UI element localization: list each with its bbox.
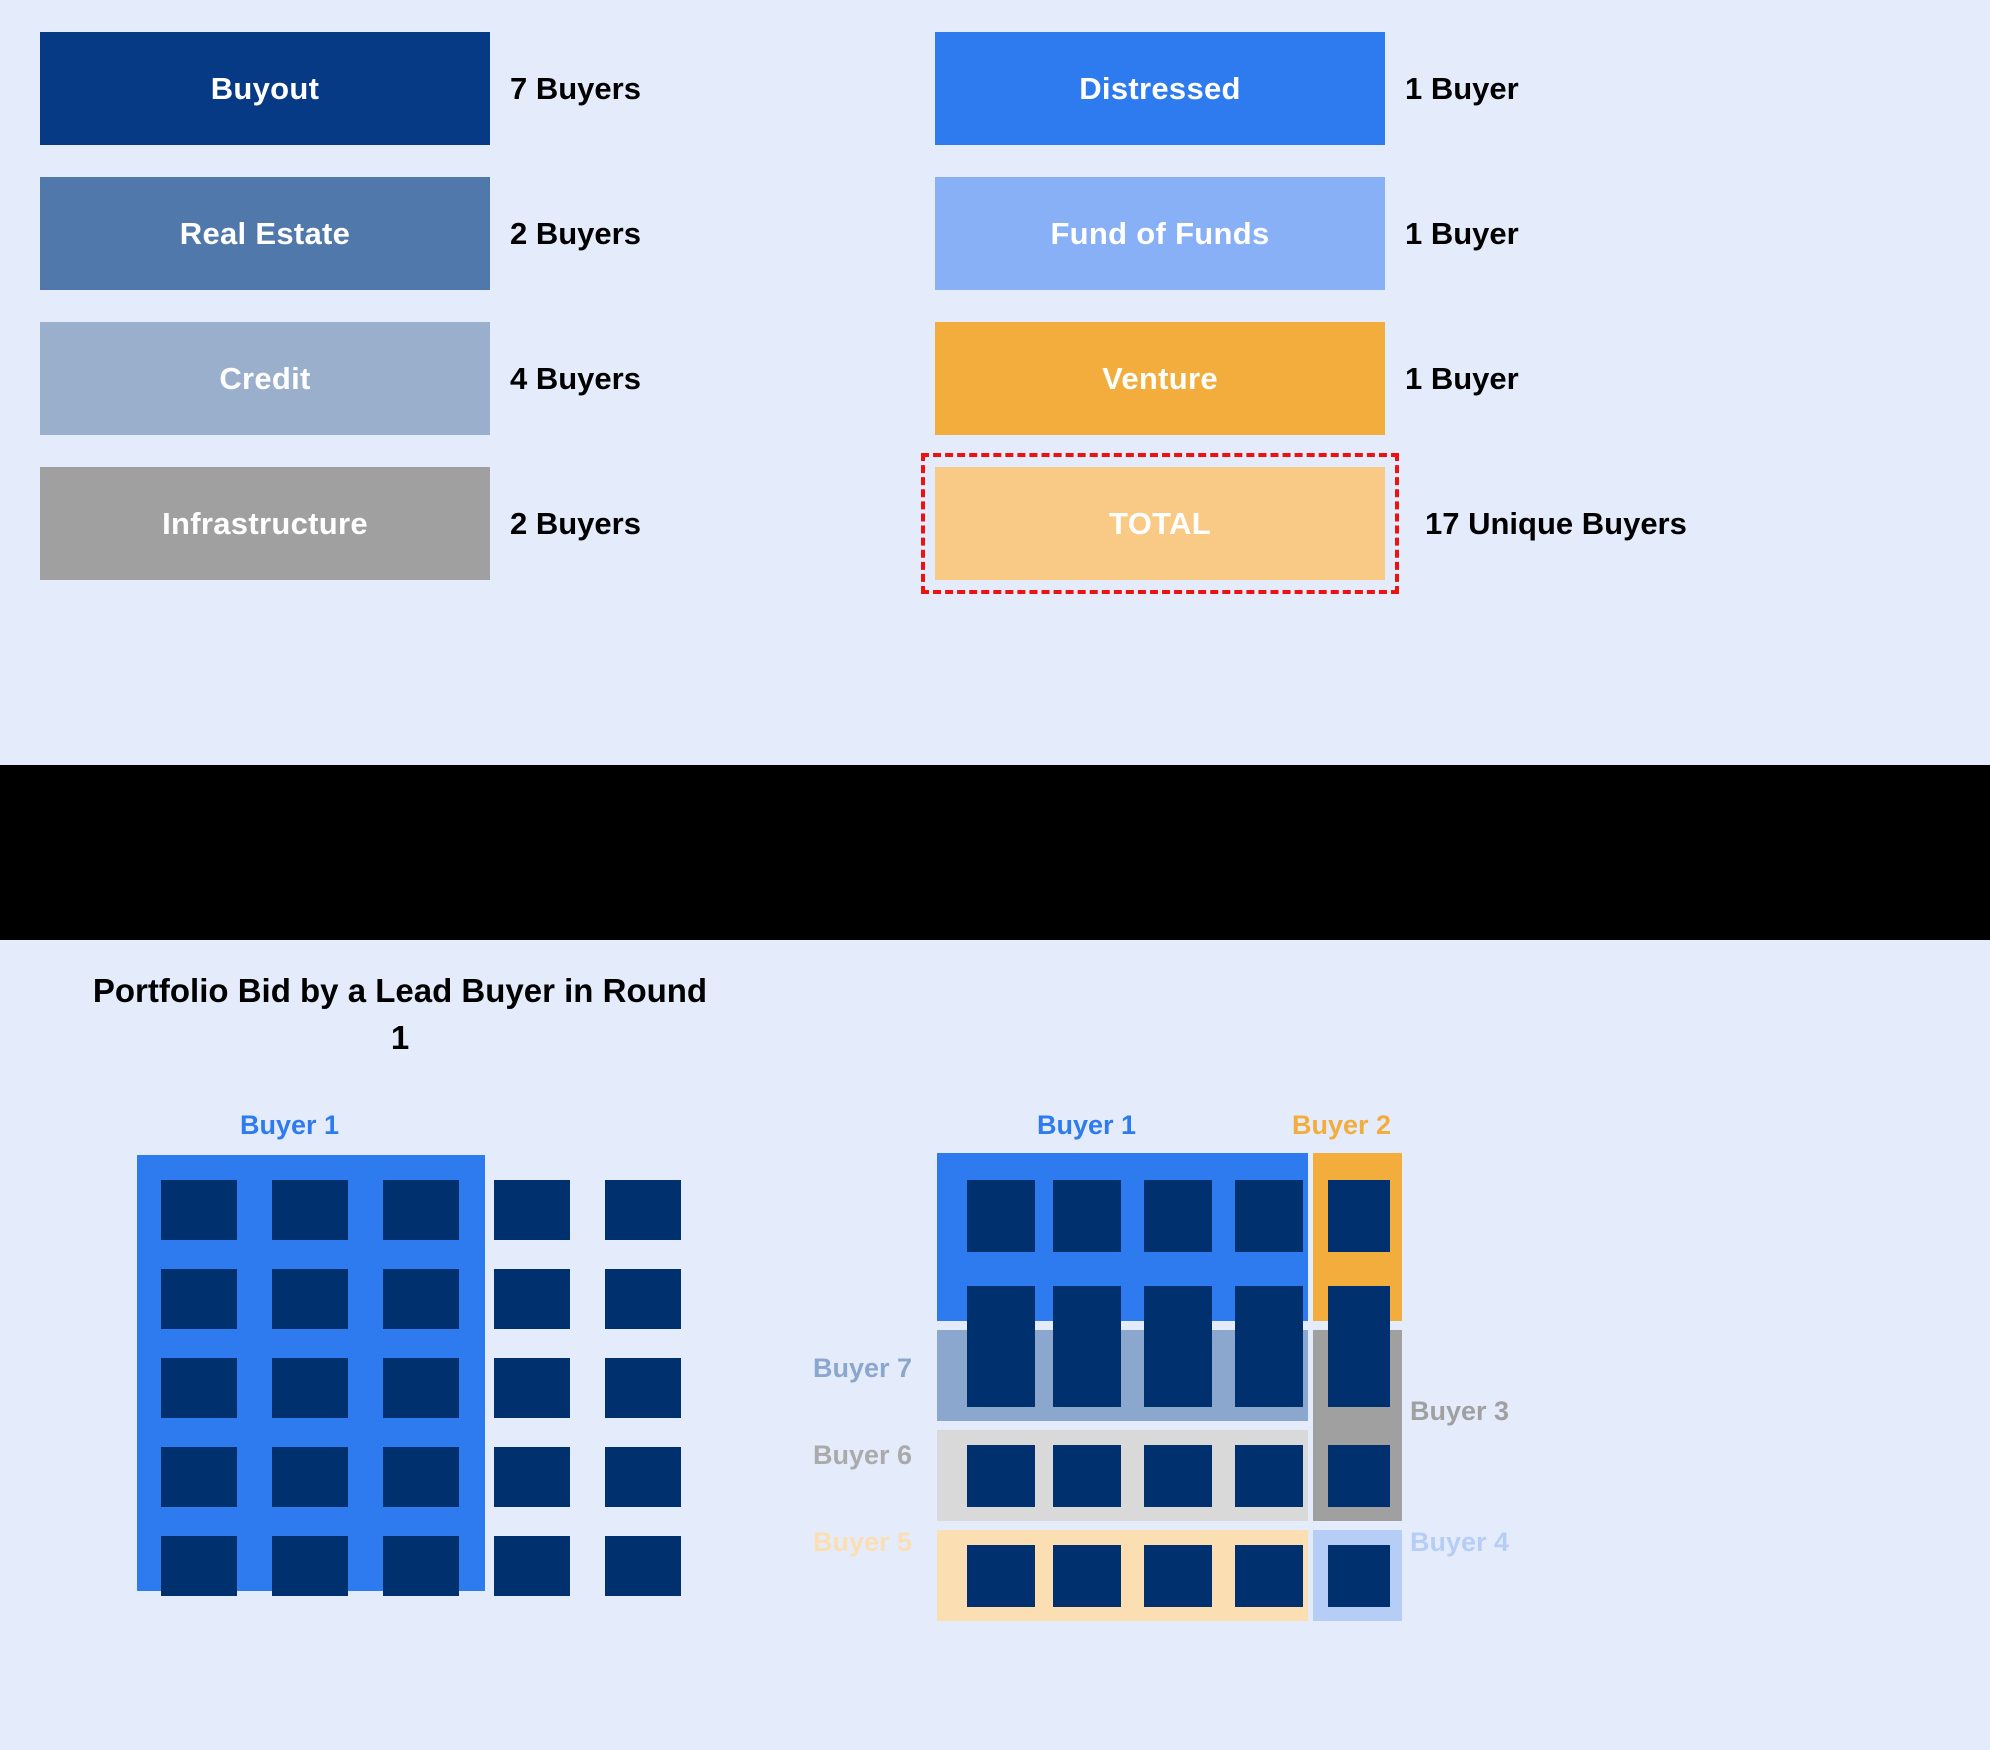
asset-class-chip-credit[interactable]: Credit [40,322,490,435]
buyer-count-total: 17 Unique Buyers [1425,505,1687,541]
deal-tile[interactable] [1328,1180,1390,1252]
asset-class-column-left: Buyout 7 Buyers Real Estate 2 Buyers Cre… [0,0,900,765]
asset-class-label: Real Estate [179,215,351,251]
deal-tile[interactable] [272,1180,348,1240]
deal-tile[interactable] [605,1447,681,1507]
deal-tile[interactable] [161,1536,237,1596]
buyer-label-right-buyer-1: Buyer 1 [1037,1110,1137,1140]
buyer-count-distressed: 1 Buyer [1405,70,1519,106]
asset-class-label: Infrastructure [162,505,368,541]
asset-class-column-right: Distressed 1 Buyer Fund of Funds 1 Buyer… [895,0,1795,765]
deal-tile[interactable] [1144,1180,1212,1252]
deal-tile[interactable] [383,1180,459,1240]
deal-tile[interactable] [383,1447,459,1507]
deal-tile[interactable] [1328,1445,1390,1507]
asset-class-label: Venture [1102,360,1218,396]
asset-class-chip-distressed[interactable]: Distressed [935,32,1385,145]
deal-tile[interactable] [494,1180,570,1240]
buyer-count-fund-of-funds: 1 Buyer [1405,215,1519,251]
deal-tile[interactable] [494,1447,570,1507]
deal-tile[interactable] [272,1358,348,1418]
asset-class-label: Buyout [210,70,320,106]
deal-tile[interactable] [1053,1545,1121,1607]
deal-tile[interactable] [1235,1445,1303,1507]
deal-tile[interactable] [494,1358,570,1418]
deal-tile[interactable] [383,1358,459,1418]
deal-tile[interactable] [1144,1345,1212,1407]
asset-class-chip-venture[interactable]: Venture [935,322,1385,435]
deal-tile[interactable] [272,1536,348,1596]
asset-class-chip-fund-of-funds[interactable]: Fund of Funds [935,177,1385,290]
asset-class-chip-infrastructure[interactable]: Infrastructure [40,467,490,580]
deal-tile[interactable] [161,1358,237,1418]
deal-tile[interactable] [1235,1545,1303,1607]
deal-tile[interactable] [1328,1545,1390,1607]
deal-tile[interactable] [1328,1345,1390,1407]
asset-class-label: Fund of Funds [1050,215,1270,251]
deal-tile[interactable] [161,1180,237,1240]
asset-class-row-infrastructure[interactable]: Infrastructure 2 Buyers [0,459,900,649]
portfolio-bid-heading: Portfolio Bid by a Lead Buyer in Round 1 [92,972,708,1056]
deal-tile[interactable] [1235,1180,1303,1252]
deal-tile[interactable] [1144,1545,1212,1607]
asset-class-chip-total[interactable]: TOTAL [935,467,1385,580]
deal-tile[interactable] [1235,1345,1303,1407]
deal-tile[interactable] [605,1536,681,1596]
deal-tile[interactable] [1053,1180,1121,1252]
asset-class-chip-real-estate[interactable]: Real Estate [40,177,490,290]
buyer-label-right-buyer-6: Buyer 6 [813,1440,913,1470]
buyer-count-credit: 4 Buyers [510,360,641,396]
asset-class-chip-buyout[interactable]: Buyout [40,32,490,145]
asset-class-buyer-summary-panel: Buyout 7 Buyers Real Estate 2 Buyers Cre… [0,0,1990,765]
deal-tile[interactable] [1053,1445,1121,1507]
deal-tile[interactable] [494,1269,570,1329]
buyer-count-real-estate: 2 Buyers [510,215,641,251]
buyer-label-right-buyer-7: Buyer 7 [813,1353,913,1383]
deal-tile[interactable] [161,1447,237,1507]
buyer-label-right-buyer-3: Buyer 3 [1410,1396,1510,1426]
deal-tile[interactable] [967,1545,1035,1607]
portfolio-bid-diagram: Portfolio Bid by a Lead Buyer in Round 1… [0,940,995,1750]
buyer-label-right-buyer-4: Buyer 4 [1410,1527,1510,1557]
buyer-label-right-buyer-2: Buyer 2 [1292,1110,1392,1140]
buyer-count-infrastructure: 2 Buyers [510,505,641,541]
deal-tile[interactable] [494,1536,570,1596]
deal-tile[interactable] [967,1345,1035,1407]
mosaic-bid-diagram: Mosaic Bid by 7 different Buyers in Fina… [813,940,1990,1750]
deal-tile[interactable] [605,1180,681,1240]
deal-tile[interactable] [605,1358,681,1418]
deal-tile[interactable] [272,1447,348,1507]
deal-tile[interactable] [1144,1445,1212,1507]
asset-class-label: Credit [219,360,311,396]
deal-tile[interactable] [967,1180,1035,1252]
deal-tile[interactable] [605,1269,681,1329]
deal-tile[interactable] [1053,1345,1121,1407]
deal-tile[interactable] [161,1269,237,1329]
buyer-count-buyout: 7 Buyers [510,70,641,106]
buyer-count-venture: 1 Buyer [1405,360,1519,396]
deal-tile[interactable] [272,1269,348,1329]
deal-tile[interactable] [383,1269,459,1329]
asset-class-label: TOTAL [1109,505,1211,541]
buyer-label-left-buyer-1: Buyer 1 [240,1110,340,1140]
asset-class-label: Distressed [1079,70,1241,106]
section-divider-band [0,765,1990,940]
asset-class-row-total[interactable]: TOTAL 17 Unique Buyers [895,453,1795,649]
deal-tile[interactable] [967,1445,1035,1507]
buyer-label-right-buyer-5: Buyer 5 [813,1527,913,1557]
deal-tile[interactable] [383,1536,459,1596]
bid-structure-comparison-panel: Portfolio Bid by a Lead Buyer in Round 1… [0,940,1990,1750]
